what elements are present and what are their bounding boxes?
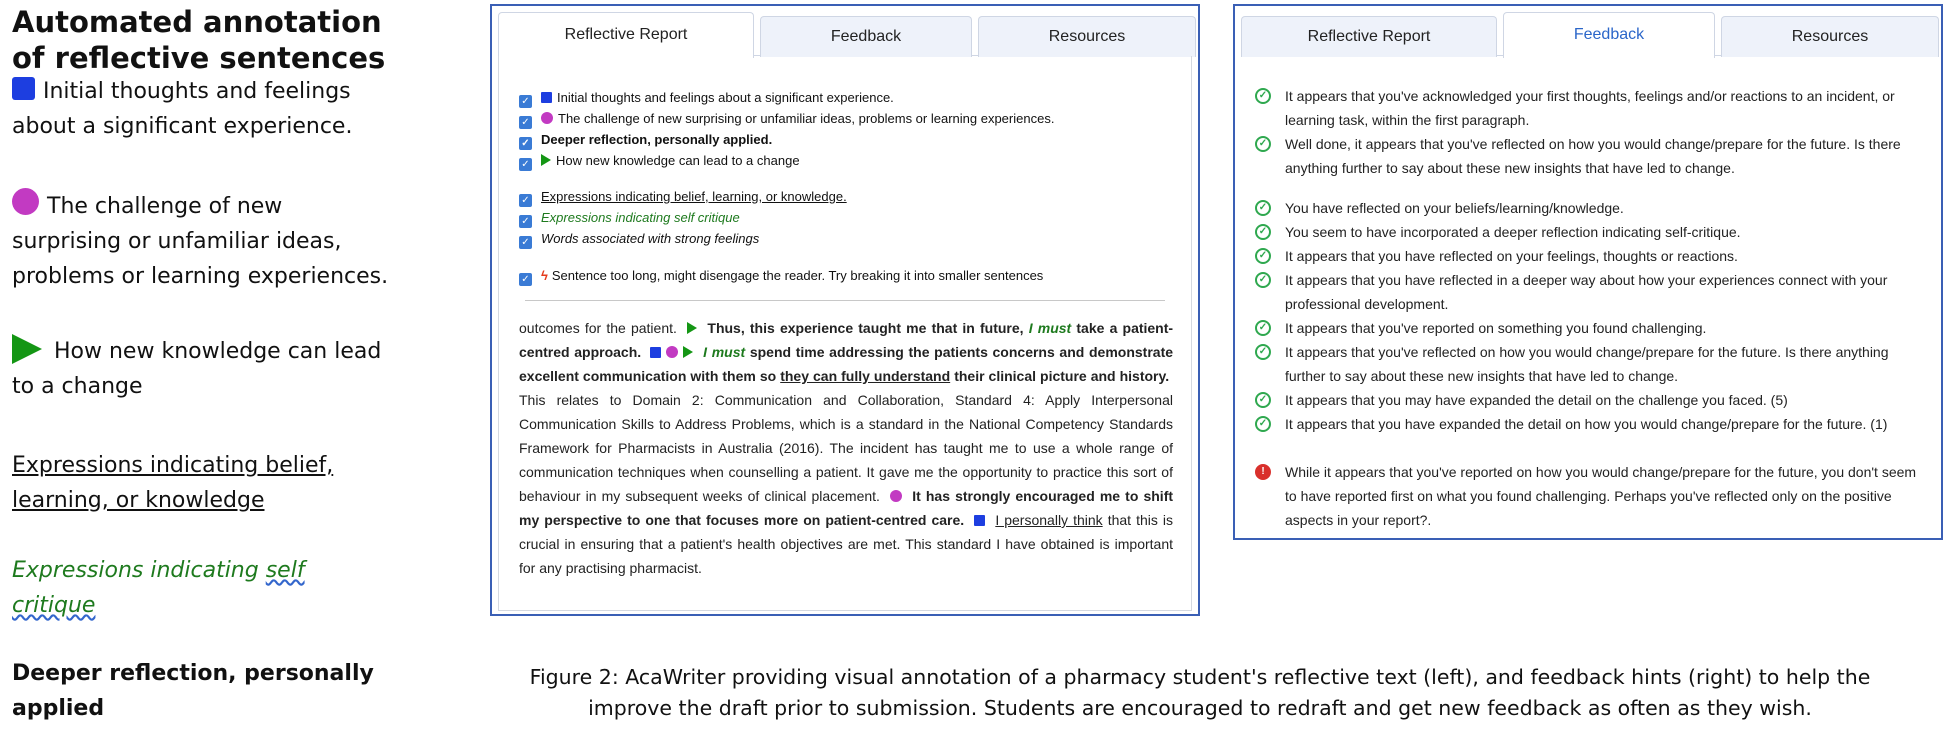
check-deeper-reflection[interactable]: ✓ Deeper reflection, personally applied. [519,132,772,150]
magenta-circle-icon [12,188,39,215]
tab-reflective-report[interactable]: Reflective Report [498,12,754,58]
blue-square-icon [541,92,552,103]
blue-square-icon [974,515,986,526]
tab-feedback[interactable]: Feedback [1503,12,1715,58]
feedback-item: ✓ It appears that you've acknowledged you… [1255,84,1927,132]
checkbox-icon[interactable]: ✓ [519,95,532,108]
checkbox-icon[interactable]: ✓ [519,236,532,249]
exclamation-circle-icon: ! [1255,464,1271,480]
feedback-item: ✓ You have reflected on your beliefs/lear… [1255,196,1927,220]
checkbox-icon[interactable]: ✓ [519,116,532,129]
tab-reflective-report[interactable]: Reflective Report [1241,16,1497,57]
check-belief[interactable]: ✓ Expressions indicating belief, learning… [519,189,847,207]
magenta-circle-icon [541,112,553,124]
report-content-box: ✓ Initial thoughts and feelings about a s… [498,56,1192,611]
checkbox-icon[interactable]: ✓ [519,273,532,286]
feedback-item: ✓ It appears that you may have expanded t… [1255,388,1927,412]
green-triangle-icon [541,154,551,166]
check-circle-icon: ✓ [1255,392,1271,408]
feedback-item: ✓ Well done, it appears that you've refle… [1255,132,1927,180]
checkbox-icon[interactable]: ✓ [519,215,532,228]
feedback-item: ✓ It appears that you've reported on some… [1255,316,1927,340]
check-challenge[interactable]: ✓ The challenge of new surprising or unfa… [519,111,1054,129]
check-circle-icon: ✓ [1255,416,1271,432]
checkbox-icon[interactable]: ✓ [519,194,532,207]
check-circle-icon: ✓ [1255,200,1271,216]
annotation-legend: Automated annotation of reflective sente… [12,0,392,721]
report-text: outcomes for the patient. Thus, this exp… [519,320,1174,576]
check-strong-feelings[interactable]: ✓ Words associated with strong feelings [519,231,759,249]
feedback-panel: Reflective Report Feedback Resources ✓ It… [1233,4,1943,540]
legend-item-self-critique: Expressions indicating self critique [12,558,305,618]
green-triangle-icon [683,346,694,358]
check-initial-thoughts[interactable]: ✓ Initial thoughts and feelings about a s… [519,90,894,108]
reflective-report-panel: Reflective Report Feedback Resources ✓ In… [490,4,1200,616]
feedback-item: ✓ It appears that you have expanded the d… [1255,412,1927,436]
checkbox-icon[interactable]: ✓ [519,158,532,171]
blue-square-icon [12,77,35,100]
tab-resources[interactable]: Resources [1721,16,1939,57]
checkbox-icon[interactable]: ✓ [519,137,532,150]
legend-item-deeper-reflection: Deeper reflection, personally applied [12,661,374,721]
blue-square-icon [650,347,662,358]
check-self-critique[interactable]: ✓ Expressions indicating self critique [519,210,740,228]
figure-caption: Figure 2: AcaWriter providing visual ann… [529,665,1871,720]
check-circle-icon: ✓ [1255,88,1271,104]
feedback-item: ✓ It appears that you have reflected on y… [1255,244,1927,268]
legend-item-challenge: The challenge of new surprising or unfam… [12,188,392,294]
check-circle-icon: ✓ [1255,136,1271,152]
check-sentence-too-long[interactable]: ✓ ϟ Sentence too long, might disengage the… [519,268,1043,286]
check-circle-icon: ✓ [1255,224,1271,240]
legend-item-belief: Expressions indicating belief, learning,… [12,453,334,513]
green-triangle-icon [687,322,698,334]
check-circle-icon: ✓ [1255,272,1271,288]
tab-resources[interactable]: Resources [978,16,1196,57]
check-circle-icon: ✓ [1255,320,1271,336]
feedback-item: ✓ It appears that you have reflected in a… [1255,268,1927,316]
green-triangle-icon [12,334,42,364]
tab-feedback[interactable]: Feedback [760,16,972,57]
check-new-knowledge[interactable]: ✓ How new knowledge can lead to a change [519,153,800,171]
legend-title: Automated annotation of reflective sente… [12,5,386,75]
report-tab-bar: Reflective Report Feedback Resources [498,12,1196,58]
divider [525,300,1165,301]
feedback-tab-bar: Reflective Report Feedback Resources [1241,12,1939,58]
lightning-icon: ϟ [541,268,548,283]
legend-item-initial-thoughts: Initial thoughts and feelings about a si… [12,77,353,139]
magenta-circle-icon [890,490,903,502]
feedback-item: ✓ You seem to have incorporated a deeper … [1255,220,1927,244]
magenta-circle-icon [666,346,679,358]
legend-item-new-knowledge: How new knowledge can lead to a change [12,334,392,404]
check-circle-icon: ✓ [1255,344,1271,360]
feedback-item-warning: ! While it appears that you've reported o… [1255,460,1927,532]
check-circle-icon: ✓ [1255,248,1271,264]
feedback-item: ✓ It appears that you've reflected on how… [1255,340,1927,388]
